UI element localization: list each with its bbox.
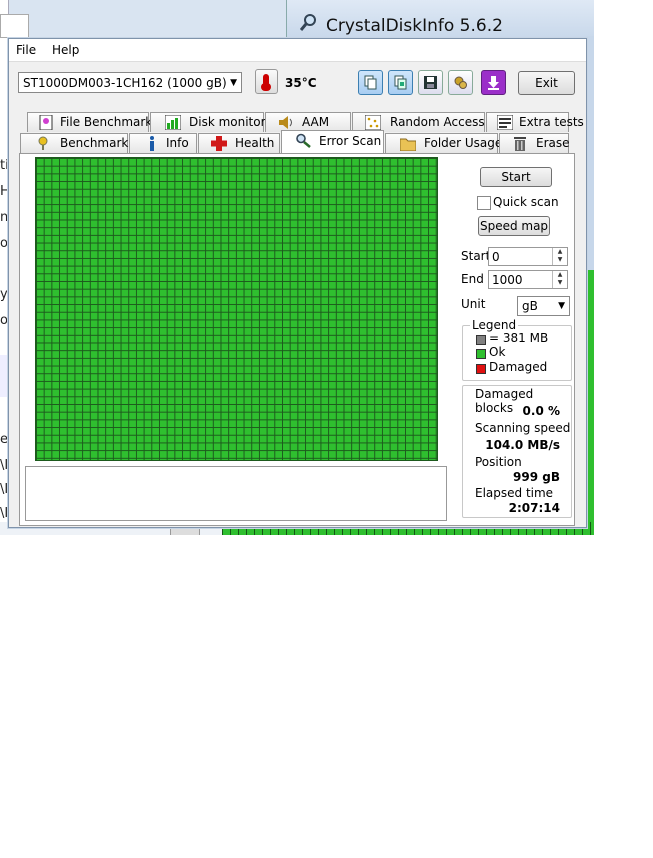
background-text-fragment: \I: [0, 506, 9, 521]
end-position-value: 1000: [492, 273, 523, 287]
trash-icon: [514, 137, 526, 151]
tab-random-access[interactable]: Random Access: [352, 112, 485, 132]
quick-scan-checkbox[interactable]: [477, 196, 491, 210]
legend-swatch-damaged: [476, 364, 486, 374]
info-icon: [150, 136, 154, 151]
tabs-row-top: File Benchmark Disk monitor AAM Random A…: [20, 112, 584, 132]
scan-log-box[interactable]: [25, 466, 447, 521]
tab-label: Random Access: [390, 115, 485, 129]
end-position-spinner[interactable]: ▲ ▼: [552, 271, 567, 288]
legend-ok-label: Ok: [489, 345, 506, 359]
start-position-label: Start: [461, 249, 491, 263]
end-position-label: End: [461, 272, 484, 286]
tab-label: Health: [235, 136, 275, 150]
copy-image-icon: [394, 75, 407, 90]
legend-damaged-label: Damaged: [489, 360, 548, 374]
damaged-blocks-value: 0.0 %: [522, 404, 560, 418]
disk-monitor-icon: [165, 115, 181, 130]
tab-label: Benchmark: [60, 136, 129, 150]
tabs-row-bottom: Benchmark Info Health Error Scan Folder …: [20, 130, 580, 153]
unit-label: Unit: [461, 297, 486, 311]
download-button[interactable]: [481, 70, 506, 95]
random-access-icon: [365, 115, 381, 130]
temperature-readout: 35°C: [285, 76, 317, 90]
tab-folder-usage[interactable]: Folder Usage: [385, 133, 502, 153]
floppy-icon: [424, 76, 437, 89]
menu-bar: File Help: [9, 39, 586, 62]
legend-block-size: = 381 MB: [489, 331, 549, 345]
unit-select-value: gB: [522, 299, 538, 313]
tab-label: Erase: [536, 136, 570, 150]
start-position-spinner[interactable]: ▲ ▼: [552, 248, 567, 265]
end-position-field[interactable]: 1000 ▲ ▼: [488, 270, 568, 289]
magnifier-icon: [300, 14, 316, 31]
arrow-down-icon: [488, 76, 499, 90]
elapsed-time-label: Elapsed time: [475, 486, 554, 500]
tab-label: Error Scan: [319, 134, 382, 148]
elapsed-time-value: 2:07:14: [508, 501, 560, 515]
tab-error-scan[interactable]: Error Scan: [281, 130, 384, 153]
legend-title: Legend: [470, 318, 519, 332]
legend-swatch-block: [476, 335, 486, 345]
legend-swatch-ok: [476, 349, 486, 359]
background-left-panel: [0, 355, 8, 397]
position-label: Position: [475, 455, 522, 469]
start-position-field[interactable]: 0 ▲ ▼: [488, 247, 568, 266]
copy-text-button[interactable]: [358, 70, 383, 95]
tab-file-benchmark[interactable]: File Benchmark: [27, 112, 153, 132]
tab-erase[interactable]: Erase: [499, 133, 570, 153]
drive-select[interactable]: ST1000DM003-1CH162 (1000 gB) ▼: [18, 72, 242, 93]
tab-disk-monitor[interactable]: Disk monitor: [150, 112, 266, 132]
scan-block-map: [35, 157, 438, 461]
options-button[interactable]: [448, 70, 473, 95]
background-scan-strip: [586, 270, 594, 532]
error-scan-panel: Start Quick scan Speed map Start 0 ▲ ▼ En…: [19, 153, 575, 526]
tab-label: Extra tests: [519, 115, 584, 129]
chevron-down-icon: ▼: [230, 78, 237, 88]
start-scan-button[interactable]: Start: [480, 167, 552, 187]
main-window: File Help ST1000DM003-1CH162 (1000 gB) ▼…: [8, 38, 587, 528]
folder-icon: [400, 138, 416, 151]
tab-benchmark[interactable]: Benchmark: [20, 133, 128, 153]
tab-label: Folder Usage: [424, 136, 503, 150]
magnifier-icon: [296, 133, 311, 148]
background-text-fragment: \I: [0, 458, 9, 473]
tab-info[interactable]: Info: [129, 133, 197, 153]
quick-scan-label: Quick scan: [493, 195, 559, 209]
tab-label: Info: [166, 136, 189, 150]
extra-tests-icon: [497, 115, 513, 130]
tab-aam[interactable]: AAM: [265, 112, 351, 132]
tab-health[interactable]: Health: [198, 133, 280, 153]
background-app-title: CrystalDiskInfo 5.6.2: [326, 16, 503, 36]
toolbar: ST1000DM003-1CH162 (1000 gB) ▼ 35°C Exit: [9, 62, 586, 106]
scanning-speed-label: Scanning speed: [475, 421, 571, 435]
copy-screenshot-button[interactable]: [388, 70, 413, 95]
menu-file[interactable]: File: [16, 43, 36, 57]
chevron-down-icon: ▼: [558, 301, 565, 311]
tab-label: Disk monitor: [189, 115, 266, 129]
background-text-fragment: \I: [0, 482, 9, 497]
start-position-value: 0: [492, 250, 500, 264]
tab-extra-tests[interactable]: Extra tests: [486, 112, 584, 132]
unit-select[interactable]: gB ▼: [517, 296, 570, 316]
scanning-speed-value: 104.0 MB/s: [485, 438, 560, 452]
health-cross-icon: [211, 136, 227, 151]
background-text-fragment: e: [0, 432, 8, 447]
copy-icon: [364, 75, 377, 90]
background-left-field: [0, 14, 29, 38]
gears-icon: [454, 76, 467, 89]
speed-map-button[interactable]: Speed map: [478, 216, 550, 236]
benchmark-icon: [38, 136, 48, 150]
save-button[interactable]: [418, 70, 443, 95]
thermometer-icon: [255, 69, 278, 94]
tab-label: File Benchmark: [60, 115, 153, 129]
drive-select-value: ST1000DM003-1CH162 (1000 gB): [23, 76, 227, 90]
exit-button[interactable]: Exit: [518, 71, 575, 95]
file-benchmark-icon: [39, 115, 53, 130]
menu-help[interactable]: Help: [52, 43, 79, 57]
speaker-icon: [279, 116, 292, 129]
position-value: 999 gB: [513, 470, 560, 484]
